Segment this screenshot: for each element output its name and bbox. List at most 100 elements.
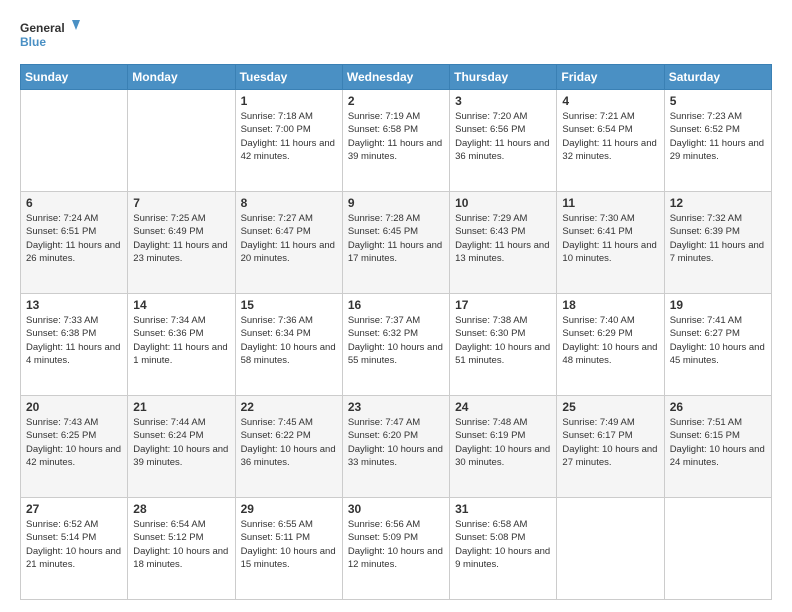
- calendar-cell: 25 Sunrise: 7:49 AMSunset: 6:17 PMDayligh…: [557, 396, 664, 498]
- day-number: 13: [26, 298, 122, 312]
- calendar-cell: 31 Sunrise: 6:58 AMSunset: 5:08 PMDayligh…: [450, 498, 557, 600]
- calendar-cell: 5 Sunrise: 7:23 AMSunset: 6:52 PMDaylight…: [664, 90, 771, 192]
- day-number: 4: [562, 94, 658, 108]
- day-header-saturday: Saturday: [664, 65, 771, 90]
- calendar-cell: 14 Sunrise: 7:34 AMSunset: 6:36 PMDayligh…: [128, 294, 235, 396]
- cell-content: Sunrise: 7:37 AMSunset: 6:32 PMDaylight:…: [348, 314, 444, 367]
- calendar-cell: 19Sunrise: 7:41 AMSunset: 6:27 PMDayligh…: [664, 294, 771, 396]
- cell-content: Sunrise: 7:49 AMSunset: 6:17 PMDaylight:…: [562, 416, 658, 469]
- calendar-week-4: 20 Sunrise: 7:43 AMSunset: 6:25 PMDayligh…: [21, 396, 772, 498]
- header: General Blue: [20, 18, 772, 54]
- calendar-cell: 26Sunrise: 7:51 AMSunset: 6:15 PMDayligh…: [664, 396, 771, 498]
- calendar-header-row: SundayMondayTuesdayWednesdayThursdayFrid…: [21, 65, 772, 90]
- calendar-table: SundayMondayTuesdayWednesdayThursdayFrid…: [20, 64, 772, 600]
- cell-content: Sunrise: 7:30 AMSunset: 6:41 PMDaylight:…: [562, 212, 658, 265]
- calendar-cell: [128, 90, 235, 192]
- calendar-week-3: 13 Sunrise: 7:33 AMSunset: 6:38 PMDayligh…: [21, 294, 772, 396]
- day-number: 19: [670, 298, 766, 312]
- day-header-monday: Monday: [128, 65, 235, 90]
- calendar-cell: 2 Sunrise: 7:19 AMSunset: 6:58 PMDaylight…: [342, 90, 449, 192]
- day-number: 29: [241, 502, 337, 516]
- cell-content: Sunrise: 6:56 AMSunset: 5:09 PMDaylight:…: [348, 518, 444, 571]
- cell-content: Sunrise: 6:52 AMSunset: 5:14 PMDaylight:…: [26, 518, 122, 571]
- calendar-cell: 15 Sunrise: 7:36 AMSunset: 6:34 PMDayligh…: [235, 294, 342, 396]
- cell-content: Sunrise: 7:33 AMSunset: 6:38 PMDaylight:…: [26, 314, 122, 367]
- day-header-wednesday: Wednesday: [342, 65, 449, 90]
- cell-content: Sunrise: 7:48 AMSunset: 6:19 PMDaylight:…: [455, 416, 551, 469]
- cell-content: Sunrise: 7:32 AMSunset: 6:39 PMDaylight:…: [670, 212, 766, 265]
- calendar-cell: 11 Sunrise: 7:30 AMSunset: 6:41 PMDayligh…: [557, 192, 664, 294]
- cell-content: Sunrise: 7:29 AMSunset: 6:43 PMDaylight:…: [455, 212, 551, 265]
- day-number: 12: [670, 196, 766, 210]
- cell-content: Sunrise: 7:44 AMSunset: 6:24 PMDaylight:…: [133, 416, 229, 469]
- day-number: 1: [241, 94, 337, 108]
- day-number: 3: [455, 94, 551, 108]
- calendar-cell: 22Sunrise: 7:45 AMSunset: 6:22 PMDayligh…: [235, 396, 342, 498]
- calendar-cell: 6 Sunrise: 7:24 AMSunset: 6:51 PMDaylight…: [21, 192, 128, 294]
- cell-content: Sunrise: 7:23 AMSunset: 6:52 PMDaylight:…: [670, 110, 766, 163]
- calendar-cell: 7 Sunrise: 7:25 AMSunset: 6:49 PMDaylight…: [128, 192, 235, 294]
- svg-text:General: General: [20, 21, 65, 35]
- day-header-sunday: Sunday: [21, 65, 128, 90]
- day-number: 11: [562, 196, 658, 210]
- day-number: 21: [133, 400, 229, 414]
- day-number: 6: [26, 196, 122, 210]
- day-header-tuesday: Tuesday: [235, 65, 342, 90]
- day-number: 9: [348, 196, 444, 210]
- cell-content: Sunrise: 7:18 AMSunset: 7:00 PMDaylight:…: [241, 110, 337, 163]
- day-number: 18: [562, 298, 658, 312]
- calendar-cell: 20 Sunrise: 7:43 AMSunset: 6:25 PMDayligh…: [21, 396, 128, 498]
- calendar-cell: 1 Sunrise: 7:18 AMSunset: 7:00 PMDaylight…: [235, 90, 342, 192]
- cell-content: Sunrise: 7:24 AMSunset: 6:51 PMDaylight:…: [26, 212, 122, 265]
- cell-content: Sunrise: 7:21 AMSunset: 6:54 PMDaylight:…: [562, 110, 658, 163]
- calendar-cell: 21 Sunrise: 7:44 AMSunset: 6:24 PMDayligh…: [128, 396, 235, 498]
- day-number: 17: [455, 298, 551, 312]
- calendar-cell: 27 Sunrise: 6:52 AMSunset: 5:14 PMDayligh…: [21, 498, 128, 600]
- day-number: 31: [455, 502, 551, 516]
- day-number: 16: [348, 298, 444, 312]
- cell-content: Sunrise: 7:34 AMSunset: 6:36 PMDaylight:…: [133, 314, 229, 367]
- cell-content: Sunrise: 6:54 AMSunset: 5:12 PMDaylight:…: [133, 518, 229, 571]
- day-number: 22: [241, 400, 337, 414]
- cell-content: Sunrise: 7:36 AMSunset: 6:34 PMDaylight:…: [241, 314, 337, 367]
- day-number: 8: [241, 196, 337, 210]
- day-number: 15: [241, 298, 337, 312]
- cell-content: Sunrise: 6:55 AMSunset: 5:11 PMDaylight:…: [241, 518, 337, 571]
- day-number: 14: [133, 298, 229, 312]
- calendar-cell: [664, 498, 771, 600]
- calendar-cell: 8 Sunrise: 7:27 AMSunset: 6:47 PMDaylight…: [235, 192, 342, 294]
- day-header-thursday: Thursday: [450, 65, 557, 90]
- cell-content: Sunrise: 7:28 AMSunset: 6:45 PMDaylight:…: [348, 212, 444, 265]
- svg-text:Blue: Blue: [20, 35, 46, 49]
- calendar-cell: 17 Sunrise: 7:38 AMSunset: 6:30 PMDayligh…: [450, 294, 557, 396]
- calendar-cell: 18 Sunrise: 7:40 AMSunset: 6:29 PMDayligh…: [557, 294, 664, 396]
- calendar-week-5: 27 Sunrise: 6:52 AMSunset: 5:14 PMDayligh…: [21, 498, 772, 600]
- cell-content: Sunrise: 7:25 AMSunset: 6:49 PMDaylight:…: [133, 212, 229, 265]
- logo-svg: General Blue: [20, 18, 80, 54]
- day-number: 24: [455, 400, 551, 414]
- day-number: 25: [562, 400, 658, 414]
- day-number: 7: [133, 196, 229, 210]
- cell-content: Sunrise: 7:20 AMSunset: 6:56 PMDaylight:…: [455, 110, 551, 163]
- cell-content: Sunrise: 7:40 AMSunset: 6:29 PMDaylight:…: [562, 314, 658, 367]
- calendar-cell: 10 Sunrise: 7:29 AMSunset: 6:43 PMDayligh…: [450, 192, 557, 294]
- day-header-friday: Friday: [557, 65, 664, 90]
- day-number: 27: [26, 502, 122, 516]
- day-number: 5: [670, 94, 766, 108]
- day-number: 20: [26, 400, 122, 414]
- cell-content: Sunrise: 6:58 AMSunset: 5:08 PMDaylight:…: [455, 518, 551, 571]
- cell-content: Sunrise: 7:43 AMSunset: 6:25 PMDaylight:…: [26, 416, 122, 469]
- cell-content: Sunrise: 7:27 AMSunset: 6:47 PMDaylight:…: [241, 212, 337, 265]
- calendar-week-1: 1 Sunrise: 7:18 AMSunset: 7:00 PMDaylight…: [21, 90, 772, 192]
- calendar-cell: 29 Sunrise: 6:55 AMSunset: 5:11 PMDayligh…: [235, 498, 342, 600]
- cell-content: Sunrise: 7:51 AMSunset: 6:15 PMDaylight:…: [670, 416, 766, 469]
- day-number: 2: [348, 94, 444, 108]
- cell-content: Sunrise: 7:38 AMSunset: 6:30 PMDaylight:…: [455, 314, 551, 367]
- day-number: 10: [455, 196, 551, 210]
- day-number: 30: [348, 502, 444, 516]
- calendar-week-2: 6 Sunrise: 7:24 AMSunset: 6:51 PMDaylight…: [21, 192, 772, 294]
- cell-content: Sunrise: 7:19 AMSunset: 6:58 PMDaylight:…: [348, 110, 444, 163]
- calendar-cell: 24 Sunrise: 7:48 AMSunset: 6:19 PMDayligh…: [450, 396, 557, 498]
- day-number: 28: [133, 502, 229, 516]
- calendar-cell: 12 Sunrise: 7:32 AMSunset: 6:39 PMDayligh…: [664, 192, 771, 294]
